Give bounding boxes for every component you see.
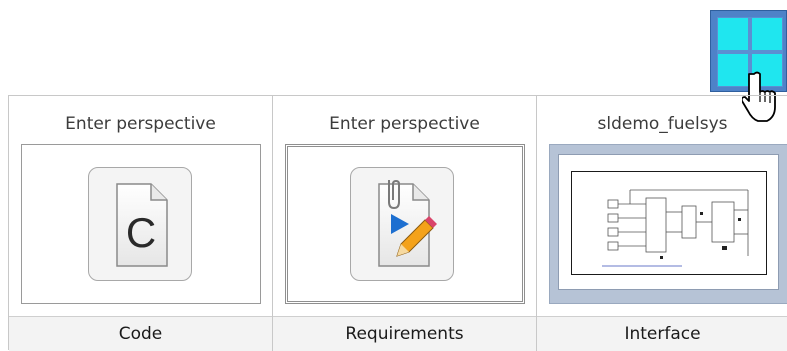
tile-preview[interactable]: [285, 144, 525, 304]
perspective-tile-requirements[interactable]: Enter perspective Requirements: [273, 96, 537, 351]
tile-top-label: sldemo_fuelsys: [597, 114, 728, 134]
tile-bottom-label: Code: [118, 324, 163, 344]
tile-top-label: Enter perspective: [65, 114, 216, 134]
c-file-icon: C: [88, 167, 192, 281]
tile-bottom-label: Interface: [624, 324, 701, 344]
perspective-tile-interface[interactable]: sldemo_fuelsys Interface: [537, 96, 787, 351]
svg-text:C: C: [126, 209, 156, 256]
model-thumbnail: [558, 154, 779, 290]
tile-bottom-label: Requirements: [345, 324, 464, 344]
requirements-file-icon: [350, 167, 454, 281]
tile-preview[interactable]: C: [21, 144, 261, 304]
tile-preview[interactable]: [549, 144, 787, 304]
perspective-tile-code[interactable]: Enter perspective C Code: [9, 96, 273, 351]
tile-bottom-label-bar: Code: [9, 316, 272, 351]
tile-top-label: Enter perspective: [329, 114, 480, 134]
tile-bottom-label-bar: Requirements: [273, 316, 536, 351]
tile-bottom-label-bar: Interface: [537, 316, 787, 351]
perspectives-gallery: Enter perspective C Code Enter perspecti…: [8, 95, 787, 351]
model-diagram: [571, 171, 767, 275]
